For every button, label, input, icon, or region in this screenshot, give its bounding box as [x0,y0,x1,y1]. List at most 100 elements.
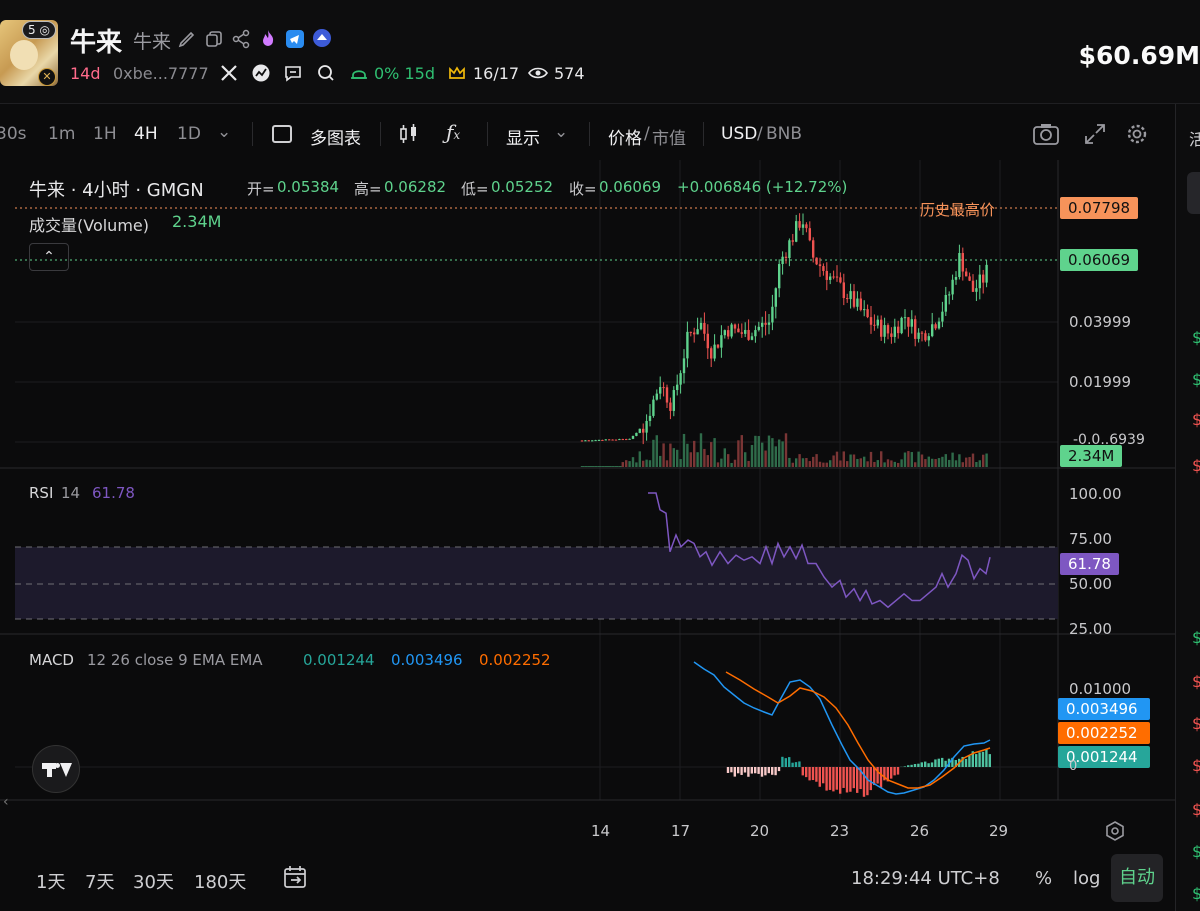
candle-body [897,326,900,334]
telegram-icon[interactable] [285,29,305,49]
candle-body [747,329,750,340]
candle-body [961,253,964,272]
copy-icon[interactable] [204,29,224,49]
candle-body [757,326,760,331]
camera-icon[interactable] [1032,122,1060,146]
chart-canvas[interactable] [0,160,1175,850]
volume-bar [676,449,679,467]
macd-hist-bar [907,765,910,767]
candle-body [880,319,883,337]
candle-body [625,439,628,441]
volume-bar [699,433,703,467]
candle-body [778,264,781,289]
interval-1h[interactable]: 1H [93,124,117,144]
candle-body [971,280,975,292]
fullscreen-icon[interactable] [1084,123,1106,145]
candle-body [927,336,930,341]
volume-bar [907,451,910,467]
log-toggle[interactable]: log [1073,868,1100,889]
volume-bar [835,451,839,467]
candle-body [866,309,869,318]
candle-body [665,387,669,403]
range-1d[interactable]: 1天 [36,868,65,894]
volume-bar [757,436,760,467]
multi-chart-button[interactable]: 多图表 [310,124,361,149]
candle-body [784,256,788,259]
interval-1m[interactable]: 1m [48,124,75,144]
candle-body [920,332,924,334]
volume-bar [846,461,849,467]
macd-hist-bar [733,767,736,777]
volume-bar [842,451,845,467]
candle-body [849,291,852,300]
time-tick: 14 [591,822,611,840]
candle-body [706,333,709,349]
trade-row-fragment: $ [1192,370,1200,389]
panel-control-fragment[interactable] [1187,172,1200,214]
volume-bar [825,462,828,467]
volume-bar [621,462,624,467]
ohlc-high: 0.06282 [384,178,447,196]
chat-icon[interactable] [283,63,303,83]
volume-bar [978,460,981,467]
candle-body [900,317,903,334]
macd-hist-bar [781,756,784,767]
ohlc-open-key: 开= [247,180,275,198]
edit-icon[interactable] [177,29,197,49]
share-icon[interactable] [231,29,251,49]
date-range-icon[interactable] [282,864,308,890]
search-icon[interactable] [316,63,336,83]
mcap-toggle[interactable]: 市值 [652,124,686,149]
time-tick: 20 [750,822,770,840]
trade-row-fragment: $ [1192,456,1200,475]
volume-bar [710,442,713,467]
candle-body [604,439,607,441]
candle-body [689,331,692,333]
x-icon[interactable] [219,63,239,83]
macd-hist-bar [913,763,917,767]
price-toggle[interactable]: 价格 [608,124,642,149]
interval-1d[interactable]: 1D [177,124,201,144]
range-7d[interactable]: 7天 [85,868,114,894]
auto-scale-toggle[interactable]: 自动 [1111,854,1163,902]
contract-address[interactable]: 0xbe...7777 [113,64,209,83]
range-180d[interactable]: 180天 [194,868,246,894]
globe-icon[interactable] [251,63,271,83]
candle-body [682,358,686,374]
percent-toggle[interactable]: % [1035,868,1052,889]
gear-icon[interactable] [1126,123,1148,145]
multi-chart-icon[interactable] [272,125,292,143]
volume-bar [832,455,835,467]
volume-bar [808,461,811,467]
candle-body [944,294,947,312]
volume-bar [764,450,767,467]
range-30d[interactable]: 30天 [133,868,174,894]
interval-30s[interactable]: 30s [0,124,27,144]
candle-type-icon[interactable] [398,123,420,145]
usd-toggle[interactable]: USD [721,124,757,144]
clock[interactable]: 18:29:44 UTC+8 [851,868,1000,889]
ohlc-low-key: 低= [461,180,489,198]
macd-hist-bar [757,767,760,774]
candle-body [968,276,971,281]
price-tick: 0.01999 [1069,373,1132,391]
volume-label: 成交量(Volume) [29,216,149,235]
trade-row-fragment: $ [1192,884,1200,903]
display-chevron-icon[interactable]: ⌄ [554,122,568,142]
display-menu[interactable]: 显示 [506,124,540,149]
tradingview-logo[interactable] [32,745,80,793]
interval-4h[interactable]: 4H [134,124,158,144]
chevron-down-icon[interactable]: ⌄ [217,122,231,142]
volume-bar [859,458,862,467]
rsi-tick: 25.00 [1069,620,1112,638]
collapse-left-icon[interactable]: ‹ [3,794,9,810]
indicator-fx-icon[interactable]: ƒx [446,120,460,144]
volume-bar [883,462,886,467]
macd-tag: 0.003496 [1058,698,1150,720]
candle-body [591,440,594,442]
bnb-toggle[interactable]: BNB [766,124,802,144]
candle-body [832,276,835,278]
axis-settings-icon[interactable] [1104,820,1126,842]
macd-hist-bar [842,767,845,788]
collapse-legend-button[interactable]: ⌃ [29,243,69,271]
